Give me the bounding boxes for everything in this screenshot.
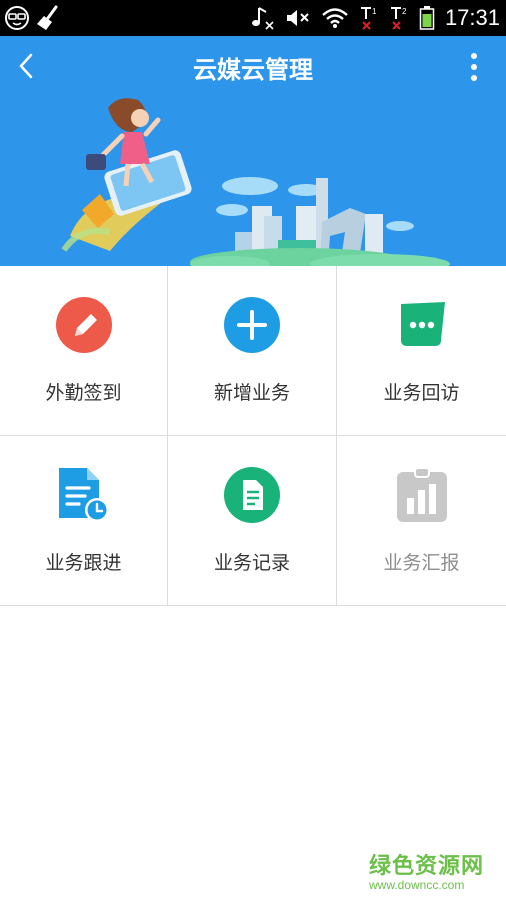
grid-item-label: 业务汇报 [383,552,460,574]
watermark-main: 绿色资源网 [368,854,484,879]
status-time: 17:31 [444,5,500,30]
document-clock-icon [58,468,109,522]
kebab-menu-icon [471,53,477,81]
watermark: 绿色资源网 www.downcc.com [369,848,484,892]
sim2-label: 2 [402,7,407,16]
grid-item-field-checkin[interactable]: 外勤签到 [0,266,168,436]
function-grid: 外勤签到 新增业务 业务回访 业务跟进 业务记录 业务汇报 [0,266,506,606]
grid-item-business-record[interactable]: 业务记录 [168,436,337,606]
status-bar: 1 2 17:31 [0,0,506,36]
page-title: 云媒云管理 [193,56,313,84]
chat-bubble-icon [400,302,445,346]
grid-item-label: 新增业务 [213,382,290,404]
grid-item-business-report[interactable]: 业务汇报 [337,436,506,606]
wifi-icon [321,7,349,29]
sim1-label: 1 [372,7,377,16]
app-bar: 云媒云管理 [0,36,506,98]
header-banner: 云媒云管理 [0,36,506,266]
sim1-no-signal-icon: 1 [359,5,379,31]
grid-item-label: 业务回访 [383,382,460,404]
document-icon [224,467,280,523]
grid-item-add-business[interactable]: 新增业务 [168,266,337,436]
broom-icon [34,4,62,32]
grid-item-label: 外勤签到 [45,382,122,404]
grid-item-business-follow-up[interactable]: 业务跟进 [0,436,168,606]
status-right: 1 2 17:31 [251,0,500,36]
pencil-icon [55,297,112,353]
more-options-button[interactable] [464,50,484,84]
watermark-sub: www.downcc.com [368,878,465,892]
grid-item-label: 业务跟进 [45,552,122,574]
volume-muted-icon [285,6,311,30]
grid-item-business-revisit[interactable]: 业务回访 [337,266,506,436]
sim2-no-signal-icon: 2 [389,5,409,31]
status-left [4,4,62,32]
glasses-face-icon [4,4,30,32]
grid-item-label: 业务记录 [213,552,290,574]
plus-icon [224,297,280,353]
battery-icon [419,5,435,31]
music-muted-icon [251,5,275,31]
report-chart-icon [396,467,447,522]
